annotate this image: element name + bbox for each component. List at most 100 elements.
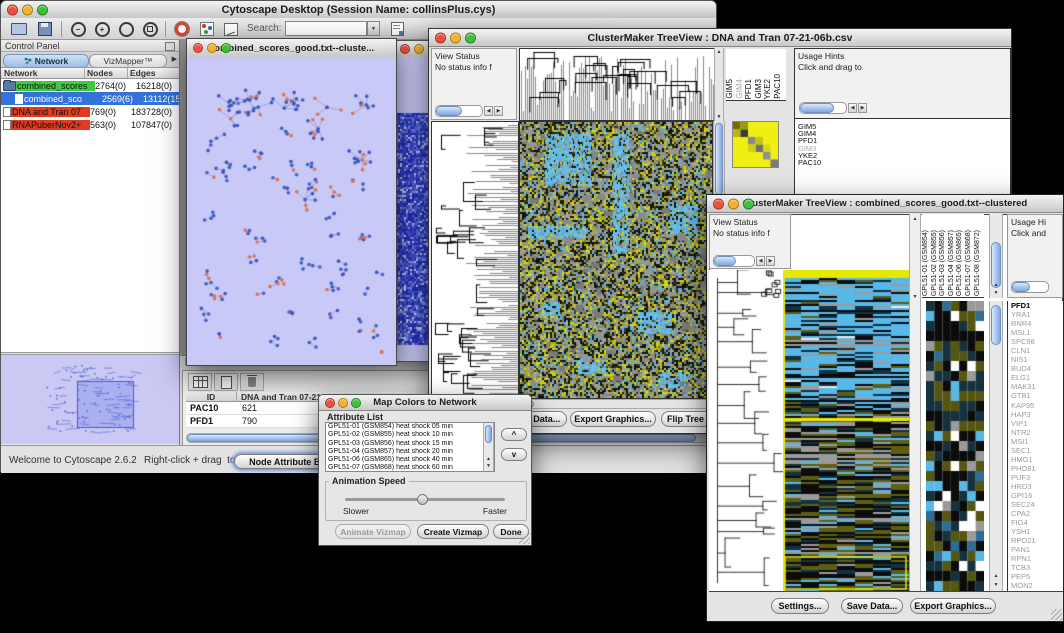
gene-label[interactable]: CPA2: [1008, 509, 1063, 518]
slider-thumb[interactable]: [417, 494, 428, 505]
close-icon[interactable]: [713, 198, 724, 209]
gene-label[interactable]: MSL1: [1008, 328, 1063, 337]
window-controls[interactable]: [7, 4, 48, 15]
gene-label[interactable]: GPI16: [1008, 491, 1063, 500]
tv1-row-dendrogram[interactable]: [432, 122, 518, 398]
scroll-down-icon[interactable]: ▼: [990, 290, 1002, 296]
attribute-browser-button[interactable]: [387, 20, 407, 38]
minimize-icon[interactable]: [22, 4, 33, 15]
gene-label[interactable]: PUF3: [1008, 473, 1063, 482]
gene-label[interactable]: PEP5: [1008, 572, 1063, 581]
tv1-status-hscrollbar[interactable]: ◀ ▶: [435, 105, 503, 117]
gene-label[interactable]: PFD1: [1008, 301, 1063, 310]
network-table-row[interactable]: combined_sco2569(6)13112(15): [1, 92, 179, 105]
net1-titlebar[interactable]: combined_scores_good.txt--cluste...: [187, 39, 396, 58]
minimize-icon[interactable]: [338, 398, 348, 408]
gene-label[interactable]: RPO21: [1008, 536, 1063, 545]
scroll-right-icon[interactable]: ▶: [766, 256, 775, 266]
gene-label[interactable]: YKE2: [795, 152, 1010, 159]
minimize-icon[interactable]: [728, 198, 739, 209]
scroll-up-icon[interactable]: ▲: [990, 573, 1002, 579]
tv1-button-export-graphics-[interactable]: Export Graphics...: [570, 411, 656, 427]
tv2-zoom-heatmap[interactable]: [926, 301, 984, 591]
tv2-heatmap[interactable]: [783, 270, 909, 591]
scroll-left-icon[interactable]: ◀: [848, 103, 857, 113]
close-icon[interactable]: [7, 4, 18, 15]
attribute-list-item[interactable]: GPL51-04 (GSM857) heat shock 20 min: [326, 448, 483, 456]
zoom-fit-button[interactable]: [115, 20, 137, 38]
tv1-submatrix-heatmap[interactable]: [732, 121, 779, 168]
gene-label[interactable]: RPN1: [1008, 554, 1063, 563]
scroll-down-icon[interactable]: ▼: [910, 294, 920, 300]
gene-label[interactable]: GIM4: [795, 130, 1010, 137]
zoom-out-button[interactable]: −: [67, 20, 89, 38]
attribute-list[interactable]: GPL51-01 (GSM854) heat shock 05 minGPL51…: [326, 423, 483, 471]
zoom-window-icon[interactable]: [351, 398, 361, 408]
close-icon[interactable]: [325, 398, 335, 408]
tv2-header-vscrollbar[interactable]: ▲ ▼: [989, 214, 1003, 298]
new-attribute-button[interactable]: [214, 373, 238, 391]
delete-attribute-button[interactable]: [240, 373, 264, 391]
col-nodes[interactable]: Nodes: [85, 68, 128, 78]
gene-label[interactable]: GIM5: [795, 123, 1010, 130]
scroll-left-icon[interactable]: ◀: [484, 106, 493, 116]
gene-label[interactable]: HAP3: [1008, 410, 1063, 419]
tv2-row-dendrogram[interactable]: [709, 270, 783, 591]
zoom-window-icon[interactable]: [37, 4, 48, 15]
tv1-gene-list[interactable]: GIM5GIM4PFD1GIM3YKE2PAC10: [795, 123, 1010, 166]
network-table-row[interactable]: combined_scores2764(0)16218(0): [1, 79, 179, 92]
annotation-button[interactable]: [221, 20, 241, 38]
gene-label[interactable]: VIP1: [1008, 419, 1063, 428]
dialog-button-create-vizmap[interactable]: Create Vizmap: [417, 524, 489, 539]
attribute-list-item[interactable]: GPL51-03 (GSM856) heat shock 15 min: [326, 440, 483, 448]
dialog-titlebar[interactable]: Map Colors to Network: [319, 395, 531, 411]
scroll-down-icon[interactable]: ▼: [990, 582, 1002, 588]
tv2-button-export-graphics-[interactable]: Export Graphics...: [910, 598, 996, 614]
gene-label[interactable]: CLN1: [1008, 346, 1063, 355]
gene-label[interactable]: TCB3: [1008, 563, 1063, 572]
scroll-right-icon[interactable]: ▶: [858, 103, 867, 113]
attribute-list-item[interactable]: GPL51-01 (GSM854) heat shock 05 min: [326, 423, 483, 431]
gene-label[interactable]: HRD3: [1008, 482, 1063, 491]
tv1-topdendro-scrollbar[interactable]: ▲ ▼: [714, 48, 724, 121]
network-overview-panel[interactable]: [1, 354, 179, 444]
scroll-up-icon[interactable]: ▲: [990, 282, 1002, 288]
tv2-hints-hscrollbar[interactable]: [1011, 281, 1049, 293]
gene-label[interactable]: PHO81: [1008, 464, 1063, 473]
scroll-up-icon[interactable]: ▲: [910, 216, 920, 222]
attribute-list-item[interactable]: GPL51-06 (GSM865) heat shock 40 min: [326, 456, 483, 464]
gene-label[interactable]: BUD4: [1008, 364, 1063, 373]
gene-label[interactable]: SEC1: [1008, 446, 1063, 455]
gene-label[interactable]: NIS1: [1008, 355, 1063, 364]
close-icon[interactable]: [435, 32, 446, 43]
dialog-button-done[interactable]: Done: [493, 524, 529, 539]
attribute-list-scrollbar[interactable]: ▲ ▼: [483, 423, 494, 471]
gene-label[interactable]: PAN1: [1008, 545, 1063, 554]
main-titlebar[interactable]: Cytoscape Desktop (Session Name: collins…: [1, 1, 716, 19]
tv2-status-hscrollbar[interactable]: ◀ ▶: [713, 255, 775, 267]
gene-label[interactable]: GTB1: [1008, 391, 1063, 400]
zoom-selected-button[interactable]: [139, 20, 161, 38]
minimize-icon[interactable]: [414, 44, 424, 54]
gene-label[interactable]: RNR4: [1008, 319, 1063, 328]
zoom-window-icon[interactable]: [221, 43, 231, 53]
gene-label[interactable]: ELG1: [1008, 373, 1063, 382]
tv1-titlebar[interactable]: ClusterMaker TreeView : DNA and Tran 07-…: [429, 29, 1011, 47]
open-file-button[interactable]: [9, 21, 29, 37]
minimize-icon[interactable]: [207, 43, 217, 53]
scroll-up-icon[interactable]: ▲: [715, 49, 723, 55]
gene-label[interactable]: SPC98: [1008, 337, 1063, 346]
gene-label[interactable]: NTR2: [1008, 428, 1063, 437]
tv2-button-settings-[interactable]: Settings...: [771, 598, 829, 614]
gene-label[interactable]: KAP95: [1008, 401, 1063, 410]
attribute-list-item[interactable]: GPL51-02 (GSM855) heat shock 10 min: [326, 431, 483, 439]
gene-label[interactable]: PFD1: [795, 137, 1010, 144]
save-button[interactable]: [35, 21, 55, 37]
zoom-in-button[interactable]: +: [91, 20, 113, 38]
gene-label[interactable]: YSH1: [1008, 527, 1063, 536]
network-overview-canvas[interactable]: [1, 355, 178, 443]
dp-col-id[interactable]: ID: [186, 392, 237, 402]
scroll-left-icon[interactable]: ◀: [756, 256, 765, 266]
vizmap-button[interactable]: [197, 20, 217, 38]
gene-label[interactable]: GIM3: [795, 145, 1010, 152]
